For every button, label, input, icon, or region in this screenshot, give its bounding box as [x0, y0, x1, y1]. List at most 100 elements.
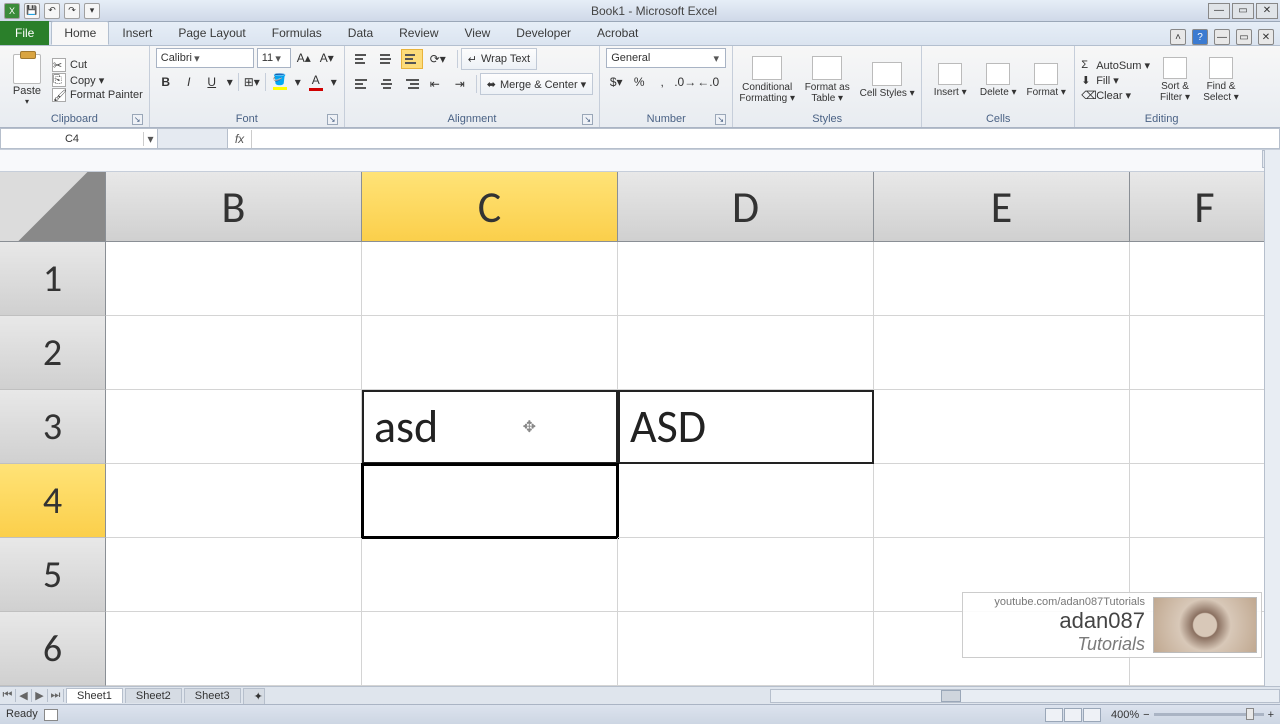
- increase-indent-button[interactable]: ⇥: [451, 74, 473, 94]
- insert-cells-button[interactable]: Insert ▾: [928, 63, 972, 98]
- format-painter-button[interactable]: 🖌Format Painter: [52, 88, 143, 102]
- cell-styles-button[interactable]: Cell Styles ▾: [859, 62, 915, 99]
- row-header-4[interactable]: 4: [0, 464, 106, 538]
- fill-button[interactable]: ⬇Fill ▾: [1081, 74, 1150, 87]
- cell-E4[interactable]: [874, 464, 1130, 538]
- align-bottom-button[interactable]: [401, 49, 423, 69]
- cell-D1[interactable]: [618, 242, 874, 316]
- row-header-1[interactable]: 1: [0, 242, 106, 316]
- bold-button[interactable]: B: [156, 72, 176, 92]
- merge-center-button[interactable]: ⬌Merge & Center ▾: [480, 73, 593, 95]
- save-icon[interactable]: 💾: [24, 3, 40, 19]
- col-header-C[interactable]: C: [362, 172, 618, 242]
- number-format-combo[interactable]: General▾: [606, 48, 726, 68]
- cell-C6[interactable]: [362, 612, 618, 686]
- font-size-combo[interactable]: 11▾: [257, 48, 291, 68]
- clear-button[interactable]: ⌫Clear ▾: [1081, 89, 1150, 102]
- cell-C3[interactable]: asd✥: [362, 390, 618, 464]
- row-header-6[interactable]: 6: [0, 612, 106, 686]
- help-icon[interactable]: ?: [1192, 29, 1208, 45]
- minimize-ribbon-icon[interactable]: ˄: [1170, 29, 1186, 45]
- next-sheet-button[interactable]: ▶: [32, 689, 48, 702]
- cell-F1[interactable]: [1130, 242, 1280, 316]
- autosum-button[interactable]: ΣAutoSum ▾: [1081, 59, 1150, 72]
- cell-F2[interactable]: [1130, 316, 1280, 390]
- fx-button[interactable]: fx: [228, 130, 252, 148]
- sheet-tab-3[interactable]: Sheet3: [184, 688, 241, 703]
- col-header-F[interactable]: F: [1130, 172, 1280, 242]
- sort-filter-button[interactable]: Sort & Filter ▾: [1154, 57, 1196, 103]
- paste-button[interactable]: Paste ▾: [6, 54, 48, 106]
- new-sheet-button[interactable]: ✦: [243, 688, 265, 704]
- align-left-button[interactable]: [351, 74, 373, 94]
- tab-page-layout[interactable]: Page Layout: [165, 21, 258, 45]
- prev-sheet-button[interactable]: ◀: [16, 689, 32, 702]
- redo-icon[interactable]: ↷: [64, 3, 80, 19]
- fill-color-button[interactable]: 🪣: [269, 72, 291, 92]
- cut-button[interactable]: ✂Cut: [52, 58, 143, 72]
- cell-F3[interactable]: [1130, 390, 1280, 464]
- last-sheet-button[interactable]: ⏭: [48, 689, 64, 702]
- italic-button[interactable]: I: [179, 72, 199, 92]
- cell-F4[interactable]: [1130, 464, 1280, 538]
- alignment-launcher[interactable]: ↘: [582, 114, 593, 125]
- cell-E1[interactable]: [874, 242, 1130, 316]
- horizontal-scrollbar[interactable]: [770, 689, 1280, 703]
- decrease-decimal-button[interactable]: ←.0: [698, 72, 718, 92]
- col-header-E[interactable]: E: [874, 172, 1130, 242]
- first-sheet-button[interactable]: ⏮: [0, 689, 16, 702]
- tab-home[interactable]: Home: [51, 21, 109, 45]
- cell-C4[interactable]: [362, 464, 618, 538]
- col-header-D[interactable]: D: [618, 172, 874, 242]
- workbook-close-icon[interactable]: ✕: [1258, 29, 1274, 45]
- tab-developer[interactable]: Developer: [503, 21, 584, 45]
- sheet-tab-1[interactable]: Sheet1: [66, 688, 123, 703]
- copy-button[interactable]: ⎘Copy ▾: [52, 73, 143, 87]
- select-all-corner[interactable]: [0, 172, 106, 242]
- cell-C5[interactable]: [362, 538, 618, 612]
- percent-button[interactable]: %: [629, 72, 649, 92]
- align-top-button[interactable]: [351, 49, 373, 69]
- accounting-format-button[interactable]: $▾: [606, 72, 626, 92]
- cell-B4[interactable]: [106, 464, 362, 538]
- underline-button[interactable]: U: [202, 72, 222, 92]
- zoom-in-button[interactable]: +: [1268, 709, 1274, 721]
- tab-formulas[interactable]: Formulas: [259, 21, 335, 45]
- cell-B6[interactable]: [106, 612, 362, 686]
- cell-D5[interactable]: [618, 538, 874, 612]
- vertical-scrollbar[interactable]: [1264, 150, 1280, 686]
- align-center-button[interactable]: [376, 74, 398, 94]
- zoom-out-button[interactable]: −: [1143, 709, 1149, 721]
- col-header-B[interactable]: B: [106, 172, 362, 242]
- tab-view[interactable]: View: [452, 21, 504, 45]
- decrease-indent-button[interactable]: ⇤: [426, 74, 448, 94]
- cell-D6[interactable]: [618, 612, 874, 686]
- cell-C2[interactable]: [362, 316, 618, 390]
- conditional-formatting-button[interactable]: Conditional Formatting ▾: [739, 56, 795, 104]
- row-header-5[interactable]: 5: [0, 538, 106, 612]
- font-launcher[interactable]: ↘: [327, 114, 338, 125]
- cell-B2[interactable]: [106, 316, 362, 390]
- workbook-restore-icon[interactable]: ▭: [1236, 29, 1252, 45]
- workbook-minimize-icon[interactable]: —: [1214, 29, 1230, 45]
- tab-file[interactable]: File: [0, 21, 49, 45]
- orientation-button[interactable]: ⟳▾: [426, 49, 454, 69]
- delete-cells-button[interactable]: Delete ▾: [976, 63, 1020, 98]
- cell-E2[interactable]: [874, 316, 1130, 390]
- excel-icon[interactable]: X: [4, 3, 20, 19]
- sheet-tab-2[interactable]: Sheet2: [125, 688, 182, 703]
- row-header-2[interactable]: 2: [0, 316, 106, 390]
- page-break-view-button[interactable]: [1083, 708, 1101, 722]
- font-name-combo[interactable]: Calibri▾: [156, 48, 254, 68]
- tab-review[interactable]: Review: [386, 21, 451, 45]
- format-cells-button[interactable]: Format ▾: [1024, 63, 1068, 98]
- align-right-button[interactable]: [401, 74, 423, 94]
- minimize-button[interactable]: —: [1208, 3, 1230, 19]
- increase-decimal-button[interactable]: .0→: [675, 72, 695, 92]
- cell-E3[interactable]: [874, 390, 1130, 464]
- cell-D4[interactable]: [618, 464, 874, 538]
- format-as-table-button[interactable]: Format as Table ▾: [799, 56, 855, 104]
- cell-B5[interactable]: [106, 538, 362, 612]
- zoom-slider[interactable]: [1154, 713, 1264, 716]
- shrink-font-button[interactable]: A▾: [317, 48, 337, 68]
